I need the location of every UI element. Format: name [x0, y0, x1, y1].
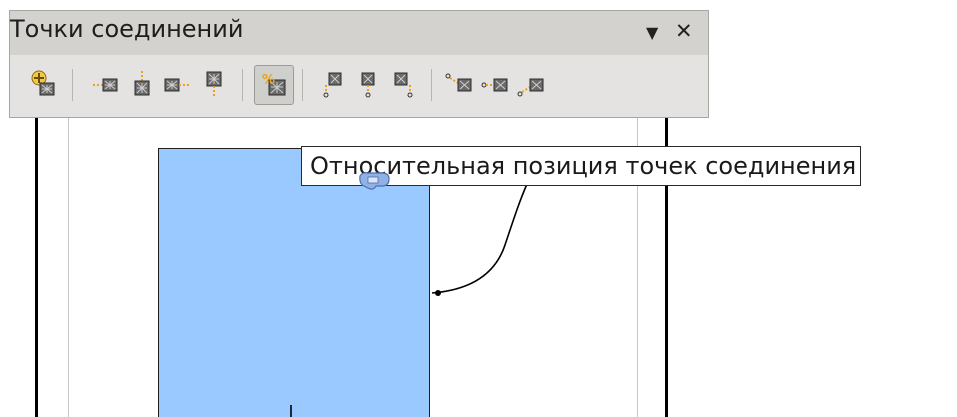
toolbar-titlebar[interactable]: Точки соединений ▼ ✕ [10, 11, 708, 55]
align-bottom-icon[interactable] [514, 67, 550, 103]
align-center-icon[interactable] [350, 67, 386, 103]
page-margin-left [68, 118, 69, 417]
toolbar-separator [302, 69, 303, 101]
percent-icon[interactable]: % [254, 65, 294, 105]
glue-point-marker-icon[interactable] [356, 170, 392, 192]
align-right-icon[interactable] [386, 67, 422, 103]
exit-right-icon[interactable] [160, 67, 196, 103]
toolbar-separator [431, 69, 432, 101]
toolbar-separator [72, 69, 73, 101]
align-left-icon[interactable] [314, 67, 350, 103]
exit-top-icon[interactable] [124, 67, 160, 103]
align-middle-icon[interactable] [478, 67, 514, 103]
toolbar-separator [242, 69, 243, 101]
align-top-icon[interactable] [442, 67, 478, 103]
glue-points-toolbar: Точки соединений ▼ ✕ % [9, 10, 709, 118]
svg-text:%: % [262, 73, 275, 88]
toolbar-title: Точки соединений [10, 15, 244, 43]
close-icon[interactable]: ✕ [675, 19, 693, 43]
triangle-down-icon[interactable]: ▼ [646, 23, 658, 42]
page-left-border [35, 118, 38, 417]
exit-left-icon[interactable] [88, 67, 124, 103]
exit-bottom-icon[interactable] [196, 67, 232, 103]
drawing-window: Относительная позиция точек соединения Т… [0, 0, 957, 417]
insert-glue-point-icon[interactable] [26, 67, 62, 103]
